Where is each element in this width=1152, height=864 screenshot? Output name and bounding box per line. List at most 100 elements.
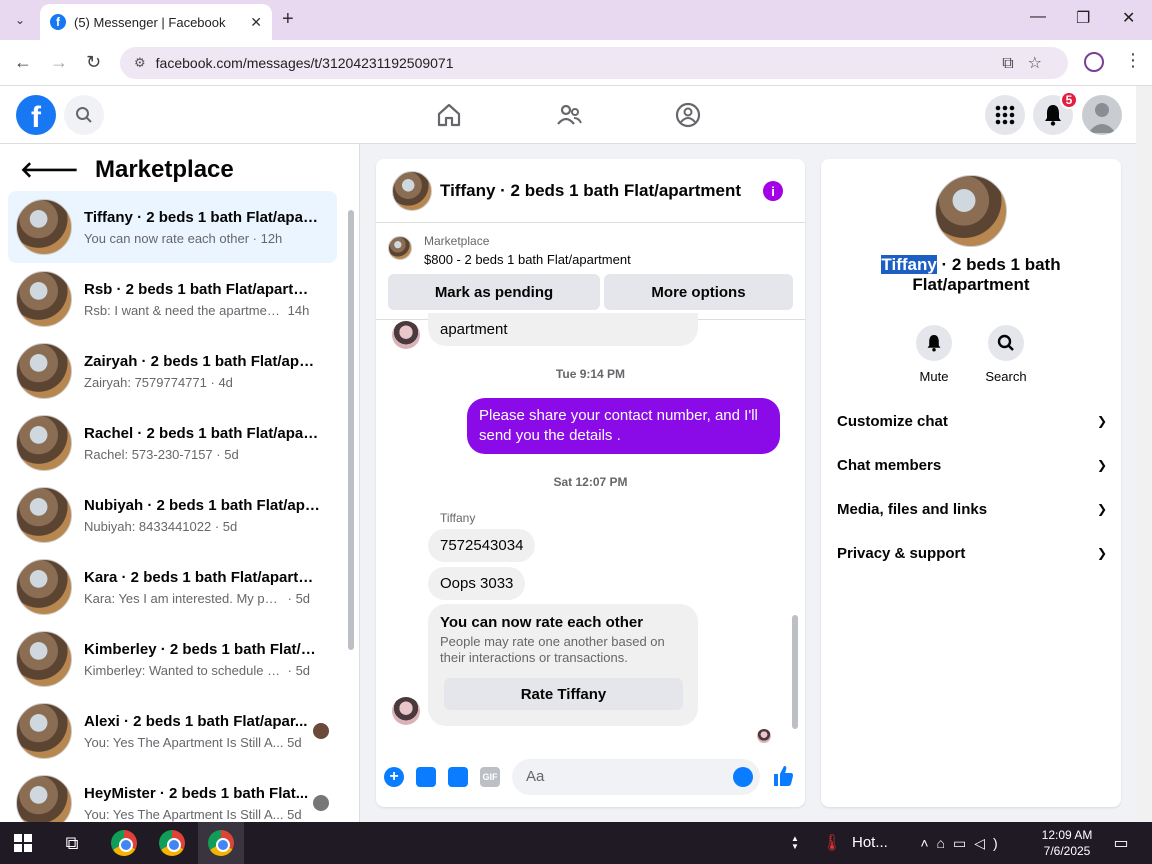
conversation-item[interactable]: Kimberley · 2 beds 1 bath Flat/a... Kimb…: [8, 623, 337, 695]
windows-start-icon[interactable]: [0, 822, 46, 864]
window-close-icon[interactable]: ✕: [1122, 8, 1135, 28]
gif-icon[interactable]: GIF: [480, 767, 500, 787]
customize-chat-row[interactable]: Customize chat ❯: [837, 407, 1107, 435]
message-thread: apartment Tue 9:14 PM Please share your …: [376, 313, 805, 751]
home-icon[interactable]: [435, 101, 463, 129]
listing-thumbnail: [935, 175, 1007, 247]
conversation-preview: Kara: Yes I am interested. My phon...: [84, 590, 284, 606]
account-avatar[interactable]: [1082, 95, 1122, 135]
chrome-taskbar-icon[interactable]: [102, 822, 146, 864]
rate-description: People may rate one another based on the…: [440, 634, 665, 665]
weather-text[interactable]: Hot...: [852, 834, 888, 851]
taskbar-scroll-icon[interactable]: ▲ ▼: [790, 822, 800, 864]
conversation-item[interactable]: Rachel · 2 beds 1 bath Flat/apart... Rac…: [8, 407, 337, 479]
chevron-down-icon: ❯: [1096, 546, 1107, 560]
chat-panel: Tiffany · 2 beds 1 bath Flat/apartment i…: [376, 159, 805, 807]
chrome-taskbar-icon-active[interactable]: [198, 822, 244, 864]
media-files-row[interactable]: Media, files and links ❯: [837, 495, 1107, 523]
profile-icon[interactable]: [1084, 52, 1104, 72]
photo-icon[interactable]: [416, 767, 436, 787]
windows-taskbar: ⧉ ▲ ▼ 🌡 Hot... ˄⌂▭◁) 12:09 AM 7/6/2025 ▭: [0, 822, 1152, 864]
conversation-name: Rachel · 2 beds 1 bath Flat/apart...: [84, 424, 320, 442]
site-settings-icon[interactable]: ⚙: [134, 55, 146, 71]
conversation-list-scrollbar[interactable]: [346, 194, 356, 814]
message-input[interactable]: Aa: [512, 759, 760, 795]
chevron-down-icon: ❯: [1096, 502, 1107, 516]
back-arrow-icon[interactable]: 🡐: [20, 157, 79, 183]
conversation-preview: You can now rate each other: [84, 230, 250, 246]
conversation-item[interactable]: Nubiyah · 2 beds 1 bath Flat/apa... Nubi…: [8, 479, 337, 551]
search-button[interactable]: Search: [976, 325, 1036, 384]
rate-title: You can now rate each other: [440, 614, 644, 631]
conversation-item[interactable]: Rsb · 2 beds 1 bath Flat/apartme... Rsb:…: [8, 263, 337, 335]
back-icon[interactable]: ←: [14, 52, 32, 73]
minimize-icon[interactable]: —: [1030, 8, 1046, 26]
system-tray-icons[interactable]: ˄⌂▭◁): [908, 822, 1018, 864]
read-receipt-avatar: [757, 729, 771, 743]
omnibox-actions-icon[interactable]: ⧉☆: [1002, 53, 1056, 73]
seen-avatar: [313, 723, 329, 739]
menu-grid-icon[interactable]: [985, 95, 1025, 135]
chat-info-panel: Tiffany · 2 beds 1 bath Flat/apartment M…: [821, 159, 1121, 807]
chat-title[interactable]: Tiffany · 2 beds 1 bath Flat/apartment: [440, 181, 741, 201]
chat-scrollbar[interactable]: [790, 325, 800, 739]
browser-tab-bar: ⌄ f (5) Messenger | Facebook ✕ + — ❐ ✕: [0, 0, 1152, 40]
conversation-preview: You: Yes The Apartment Is Still A...: [84, 806, 284, 822]
url-input[interactable]: ⚙ facebook.com/messages/t/31204231192509…: [120, 47, 1068, 79]
contact-avatar[interactable]: [392, 697, 420, 725]
conversation-preview: Kimberley: Wanted to schedule a t...: [84, 662, 284, 678]
info-icon[interactable]: i: [763, 181, 783, 201]
message-bubble: 7572543034: [428, 529, 536, 562]
conversation-item[interactable]: Alexi · 2 beds 1 bath Flat/apar... You: …: [8, 695, 337, 767]
search-icon: [988, 325, 1024, 361]
taskbar-clock[interactable]: 12:09 AM 7/6/2025: [1034, 827, 1100, 859]
groups-icon[interactable]: [674, 101, 702, 129]
mark-pending-button[interactable]: Mark as pending: [388, 274, 600, 310]
sticker-icon[interactable]: [448, 767, 468, 787]
friends-icon[interactable]: [555, 101, 583, 129]
fb-search-icon[interactable]: [64, 95, 104, 135]
more-options-button[interactable]: More options: [604, 274, 793, 310]
chevron-down-icon: ❯: [1096, 414, 1107, 428]
emoji-icon[interactable]: [733, 767, 753, 787]
conversation-item[interactable]: Zairyah · 2 beds 1 bath Flat/apar... Zai…: [8, 335, 337, 407]
mute-button[interactable]: Mute: [904, 325, 964, 384]
like-icon[interactable]: [772, 765, 794, 787]
conversation-time: 14h: [287, 302, 310, 318]
notification-center-icon[interactable]: ▭: [1106, 822, 1136, 864]
conversation-time: · 5d: [214, 518, 238, 534]
chat-header: Tiffany · 2 beds 1 bath Flat/apartment i: [376, 159, 805, 223]
message-bubble: Oops 3033: [428, 567, 526, 600]
chevron-down-icon: ❯: [1096, 458, 1107, 472]
chat-members-row[interactable]: Chat members ❯: [837, 451, 1107, 479]
conversation-name: HeyMister · 2 beds 1 bath Flat...: [84, 784, 309, 802]
outgoing-message: Please share your contact number, and I'…: [467, 398, 780, 454]
listing-price[interactable]: $800 - 2 beds 1 bath Flat/apartment: [424, 252, 631, 267]
reload-icon[interactable]: ↻: [86, 52, 101, 73]
more-menu-icon[interactable]: ⋮: [1124, 50, 1142, 71]
add-attachment-icon[interactable]: +: [384, 767, 404, 787]
rate-button[interactable]: Rate Tiffany: [444, 678, 683, 710]
conversation-item[interactable]: Tiffany · 2 beds 1 bath Flat/apart... Yo…: [8, 191, 337, 263]
chat-thumbnail[interactable]: [392, 170, 432, 211]
task-view-icon[interactable]: ⧉: [50, 822, 94, 864]
conversation-name: Rsb · 2 beds 1 bath Flat/apartme...: [84, 280, 320, 298]
privacy-support-row[interactable]: Privacy & support ❯: [837, 539, 1107, 567]
forward-icon[interactable]: →: [50, 52, 68, 73]
page-scrollbar[interactable]: [1136, 86, 1152, 822]
timestamp: Sat 12:07 PM: [553, 475, 628, 489]
browser-tab[interactable]: f (5) Messenger | Facebook ✕: [40, 4, 272, 40]
tab-search-icon[interactable]: ⌄: [8, 8, 32, 32]
new-tab-icon[interactable]: +: [282, 8, 294, 31]
message-bubble: apartment: [428, 313, 698, 346]
facebook-logo-icon[interactable]: f: [16, 95, 56, 135]
notification-badge: 5: [1060, 91, 1078, 109]
chrome-taskbar-icon[interactable]: [150, 822, 194, 864]
conversation-item[interactable]: Kara · 2 beds 1 bath Flat/apartm... Kara…: [8, 551, 337, 623]
tab-close-icon[interactable]: ✕: [250, 14, 262, 31]
section-label: Chat members: [837, 456, 942, 474]
maximize-icon[interactable]: ❐: [1076, 8, 1090, 28]
contact-avatar[interactable]: [392, 321, 420, 349]
listing-thumbnail: [16, 415, 72, 471]
conversation-time: · 12h: [252, 230, 283, 246]
